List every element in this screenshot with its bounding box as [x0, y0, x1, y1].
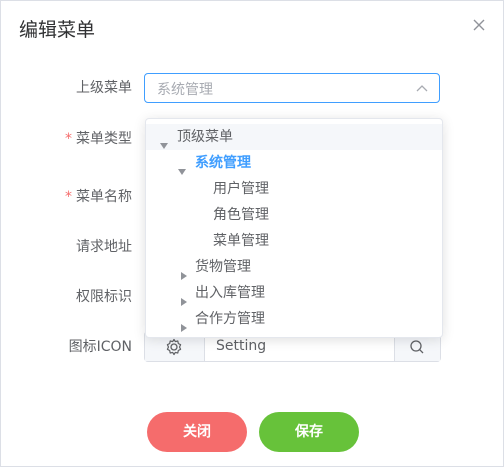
- caret-right-icon[interactable]: [180, 289, 188, 306]
- parent-menu-label: 上级菜单: [76, 80, 132, 96]
- tree-node-partners[interactable]: 合作方管理: [146, 306, 442, 332]
- request-url-label: 请求地址: [76, 239, 132, 255]
- parent-menu-select[interactable]: 系统管理: [144, 73, 440, 103]
- required-mark: *: [65, 131, 72, 147]
- icon-label: 图标ICON: [68, 339, 132, 355]
- tree-node-system[interactable]: 系统管理: [146, 150, 442, 176]
- chevron-up-icon: [415, 81, 429, 95]
- close-button[interactable]: 关闭: [147, 412, 247, 452]
- tree-node-roles[interactable]: 角色管理: [146, 202, 442, 228]
- icon-input[interactable]: Setting: [216, 338, 266, 354]
- tree-node-top-menu[interactable]: 顶级菜单: [146, 124, 442, 150]
- tree-node-menus[interactable]: 菜单管理: [146, 228, 442, 254]
- dialog-title: 编辑菜单: [19, 19, 96, 41]
- permission-label: 权限标识: [76, 289, 132, 305]
- caret-down-icon[interactable]: [160, 133, 168, 149]
- tree-node-goods[interactable]: 货物管理: [146, 254, 442, 280]
- menu-name-label: * 菜单名称: [65, 189, 132, 205]
- caret-down-icon[interactable]: [178, 159, 186, 175]
- caret-right-icon[interactable]: [180, 263, 188, 280]
- parent-menu-placeholder: 系统管理: [157, 82, 213, 98]
- menu-type-label: * 菜单类型: [65, 131, 132, 147]
- gear-icon: [166, 338, 182, 356]
- save-button[interactable]: 保存: [259, 412, 359, 452]
- tree-node-inventory[interactable]: 出入库管理: [146, 280, 442, 306]
- tree-node-users[interactable]: 用户管理: [146, 176, 442, 202]
- search-icon: [410, 340, 424, 354]
- caret-right-icon[interactable]: [180, 315, 188, 332]
- edit-menu-dialog: 编辑菜单 上级菜单 系统管理 * 菜单类型 * 菜单名称 请求地址 权限标识 图标I…: [0, 0, 504, 467]
- tree-dropdown: 顶级菜单 系统管理 用户管理 角色管理 菜单管理 货物管理 出入库管理 合作方管…: [145, 118, 443, 338]
- required-mark: *: [65, 189, 72, 205]
- close-icon[interactable]: [467, 13, 491, 37]
